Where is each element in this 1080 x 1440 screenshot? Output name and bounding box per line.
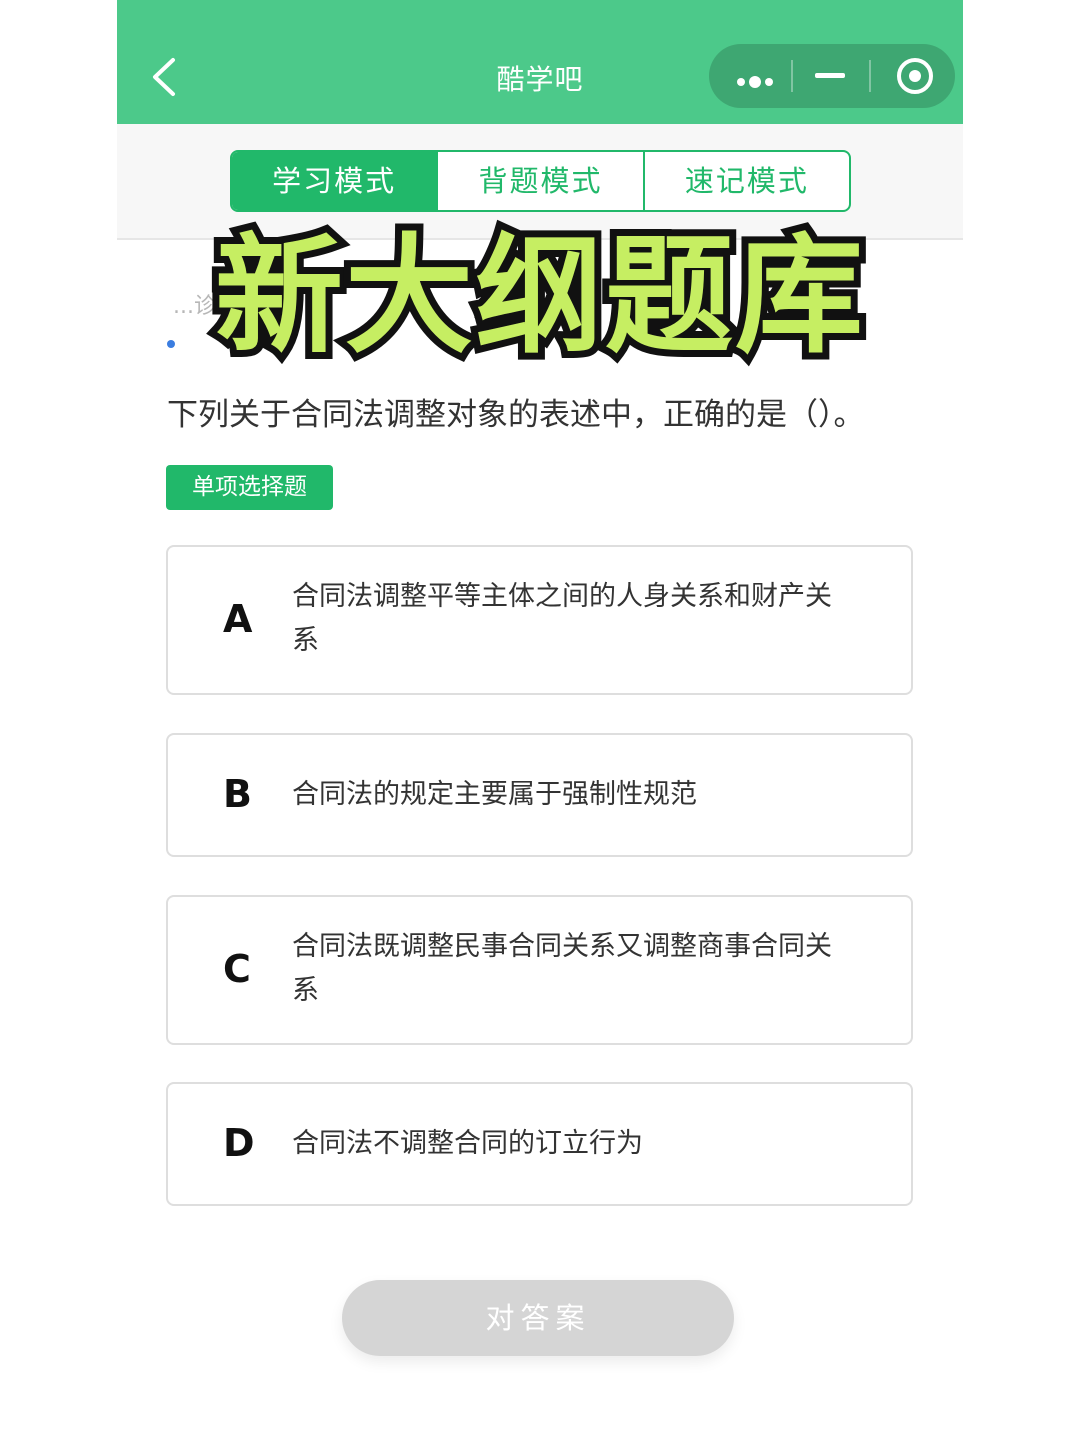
- more-dots-icon[interactable]: [709, 44, 791, 108]
- option-letter: C: [223, 947, 251, 991]
- option-a[interactable]: A 合同法调整平等主体之间的人身关系和财产关系: [166, 545, 913, 695]
- tab-recite-mode[interactable]: 背题模式: [436, 152, 642, 210]
- option-text: 合同法不调整合同的订立行为: [292, 1128, 643, 1159]
- question-text: 下列关于合同法调整对象的表述中，正确的是（）。: [167, 397, 865, 433]
- check-answer-button[interactable]: 对答案: [342, 1280, 734, 1356]
- option-letter: B: [223, 772, 252, 816]
- mode-tabs: 学习模式 背题模式 速记模式: [230, 150, 851, 212]
- option-letter: D: [223, 1121, 255, 1165]
- option-b[interactable]: B 合同法的规定主要属于强制性规范: [166, 733, 913, 857]
- promo-overlay-title: 新大纲题库: [208, 215, 870, 378]
- app-screen: 酷学吧 学习模式 背题模式 速记模式 ...诊断...的... 新大纲题库 下列…: [117, 0, 963, 1440]
- miniprogram-capsule: [709, 44, 955, 108]
- top-navigation-bar: 酷学吧: [117, 0, 963, 124]
- option-text: 合同法调整平等主体之间的人身关系和财产关系: [292, 581, 832, 656]
- close-target-icon[interactable]: [869, 44, 955, 108]
- option-d[interactable]: D 合同法不调整合同的订立行为: [166, 1082, 913, 1206]
- option-letter: A: [223, 597, 253, 641]
- option-text: 合同法既调整民事合同关系又调整商事合同关系: [292, 931, 832, 1006]
- option-c[interactable]: C 合同法既调整民事合同关系又调整商事合同关系: [166, 895, 913, 1045]
- minimize-icon[interactable]: [791, 44, 869, 108]
- tab-memorize-mode[interactable]: 速记模式: [642, 152, 849, 210]
- tab-study-mode[interactable]: 学习模式: [232, 152, 437, 210]
- option-text: 合同法的规定主要属于强制性规范: [292, 779, 697, 810]
- question-type-badge: 单项选择题: [166, 465, 333, 510]
